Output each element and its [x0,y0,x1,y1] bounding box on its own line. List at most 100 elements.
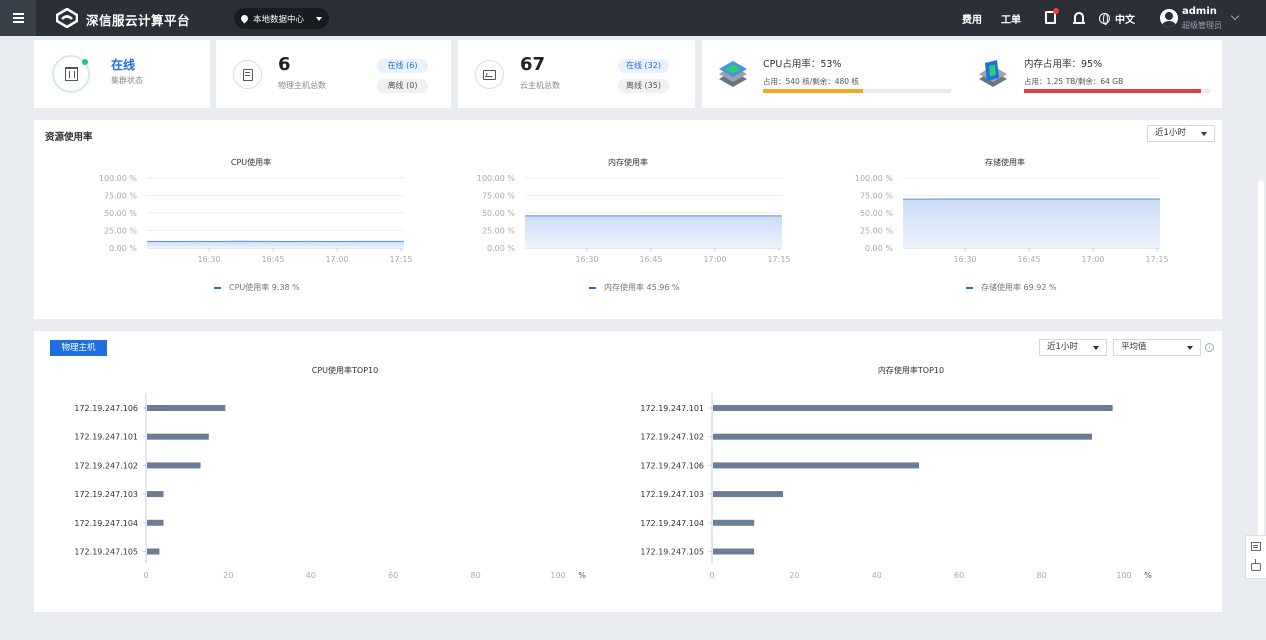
y-tick-label: 0.00 % [109,244,137,253]
memory-legend-label: 内存使用率 45.96 % [604,283,680,292]
host-count-card[interactable]: 6 物理主机总数 在线 (6) 离线 (0) [216,40,451,108]
host-bar [147,548,160,555]
avatar[interactable] [1160,9,1178,27]
host-online-badge[interactable]: 在线 (6) [377,59,428,73]
category-label: 172.19.247.102 [640,433,704,442]
category-label: 172.19.247.101 [74,433,138,442]
cluster-ring [52,55,90,93]
host-bar [147,519,164,526]
cpu-stack-icon [719,61,747,87]
datacenter-select[interactable]: 本地数据中心 [234,8,329,29]
x-tick-label: 100 [1116,571,1131,580]
host-bar [713,519,755,526]
bell-icon[interactable] [1073,12,1085,24]
x-unit-label: % [578,571,586,580]
user-role: 超级管理员 [1182,21,1222,30]
y-tick-label: 100.00 % [99,174,138,183]
host-total: 6 [278,54,291,75]
x-tick-label: 0 [709,571,714,580]
vm-offline-badge[interactable]: 离线 (35) [618,79,669,93]
x-tick-label: 17:00 [1081,255,1104,264]
x-tick-label: 20 [223,571,233,580]
x-tick-label: 80 [471,571,481,580]
cpu-chart-legend[interactable]: CPU使用率 9.38 % [214,282,300,293]
x-tick-label: 100 [550,571,565,580]
chevron-down-icon[interactable] [1230,11,1240,21]
series-area [147,241,404,248]
cpu-usage-bar [763,89,951,93]
x-tick-label: 17:00 [703,255,726,264]
language-switch[interactable]: 中文 [1115,0,1135,36]
host-bar [147,433,209,440]
floating-toolbar [1245,535,1266,579]
category-label: 172.19.247.102 [74,461,138,470]
y-tick-label: 0.00 % [487,244,515,253]
vm-online-badge[interactable]: 在线 (32) [618,59,669,73]
x-tick-label: 60 [388,571,398,580]
cpu-usage-chart: 100.00 % 75.00 % 50.00 % 25.00 % 0.00 % 16:30… [99,174,413,264]
host-icon-circle [233,60,262,89]
x-tick-label: 16:45 [1017,255,1040,264]
y-tick-label: 50.00 % [860,209,893,218]
cpu-legend-label: CPU使用率 9.38 % [229,283,300,292]
task-icon[interactable] [1045,8,1059,24]
user-name[interactable]: admin [1182,6,1217,17]
cpu-usage-detail: 占用：540 核/剩余：480 核 [763,77,859,86]
cpu-top10-chart: 172.19.247.106 172.19.247.101 172.19.247.1… [74,393,586,580]
storage-usage-chart: 100.00 % 75.00 % 50.00 % 25.00 % 0.00 % 16:30… [855,174,1169,264]
y-tick-label: 50.00 % [482,209,515,218]
category-label: 172.19.247.106 [640,461,704,470]
vm-total-label: 云主机总数 [520,81,560,90]
scrollbar-thumb[interactable] [1258,180,1264,575]
y-tick-label: 75.00 % [104,192,137,201]
x-unit-label: % [1144,571,1152,580]
legend-line-icon [214,286,221,289]
cluster-status: 在线 [111,58,136,72]
notification-dot [1053,8,1059,14]
list-icon[interactable] [1251,542,1261,551]
category-label: 172.19.247.105 [640,548,704,557]
location-pin-icon [239,13,250,24]
category-label: 172.19.247.106 [74,404,138,413]
datacenter-label: 本地数据中心 [253,14,305,25]
legend-line-icon [966,286,973,289]
series-area [903,199,1160,248]
x-tick-label: 16:45 [261,255,284,264]
info-icon[interactable]: i [1205,343,1214,352]
robot-icon[interactable] [1251,559,1261,571]
y-tick-label: 50.00 % [104,209,137,218]
menu-icon[interactable] [0,0,36,36]
x-tick-label: 17:15 [1145,255,1168,264]
x-tick-label: 17:15 [389,255,412,264]
storage-chart-legend[interactable]: 存储使用率 69.92 % [966,282,1057,293]
building-icon [64,67,78,81]
series-area [525,215,782,248]
x-tick-label: 40 [306,571,316,580]
nav-fee[interactable]: 费用 [962,0,982,36]
host-bar [713,462,919,469]
host-bar [713,491,784,498]
category-label: 172.19.247.104 [74,519,138,528]
server-icon [242,68,253,81]
memory-chart-legend[interactable]: 内存使用率 45.96 % [589,282,680,293]
y-tick-label: 75.00 % [482,192,515,201]
y-tick-label: 25.00 % [860,227,893,236]
host-bar [713,433,1093,440]
x-tick-label: 0 [143,571,148,580]
x-tick-label: 40 [872,571,882,580]
memory-usage-detail: 占用：1.25 TB/剩余：64 GB [1024,77,1124,86]
category-label: 172.19.247.101 [640,404,704,413]
nav-work-order[interactable]: 工单 [1001,0,1021,36]
vm-total: 67 [520,54,546,75]
top-bar: 深信服云计算平台 本地数据中心 费用 工单 中文 admin 超级管理员 [0,0,1266,36]
brand-title: 深信服云计算平台 [86,13,191,28]
host-total-label: 物理主机总数 [278,81,326,90]
cpu-usage-title: CPU占用率：53% [763,59,842,70]
globe-icon[interactable] [1099,13,1110,25]
host-offline-badge[interactable]: 离线 (0) [377,79,428,93]
legend-line-icon [589,286,596,289]
storage-legend-label: 存储使用率 69.92 % [981,283,1057,292]
host-top10-panel: 物理主机 近1小时 平均值 i CPU使用率TOP10 172.19.247.1… [34,331,1222,612]
vm-count-card[interactable]: 67 云主机总数 在线 (32) 离线 (35) [458,40,695,108]
y-tick-label: 100.00 % [477,174,516,183]
